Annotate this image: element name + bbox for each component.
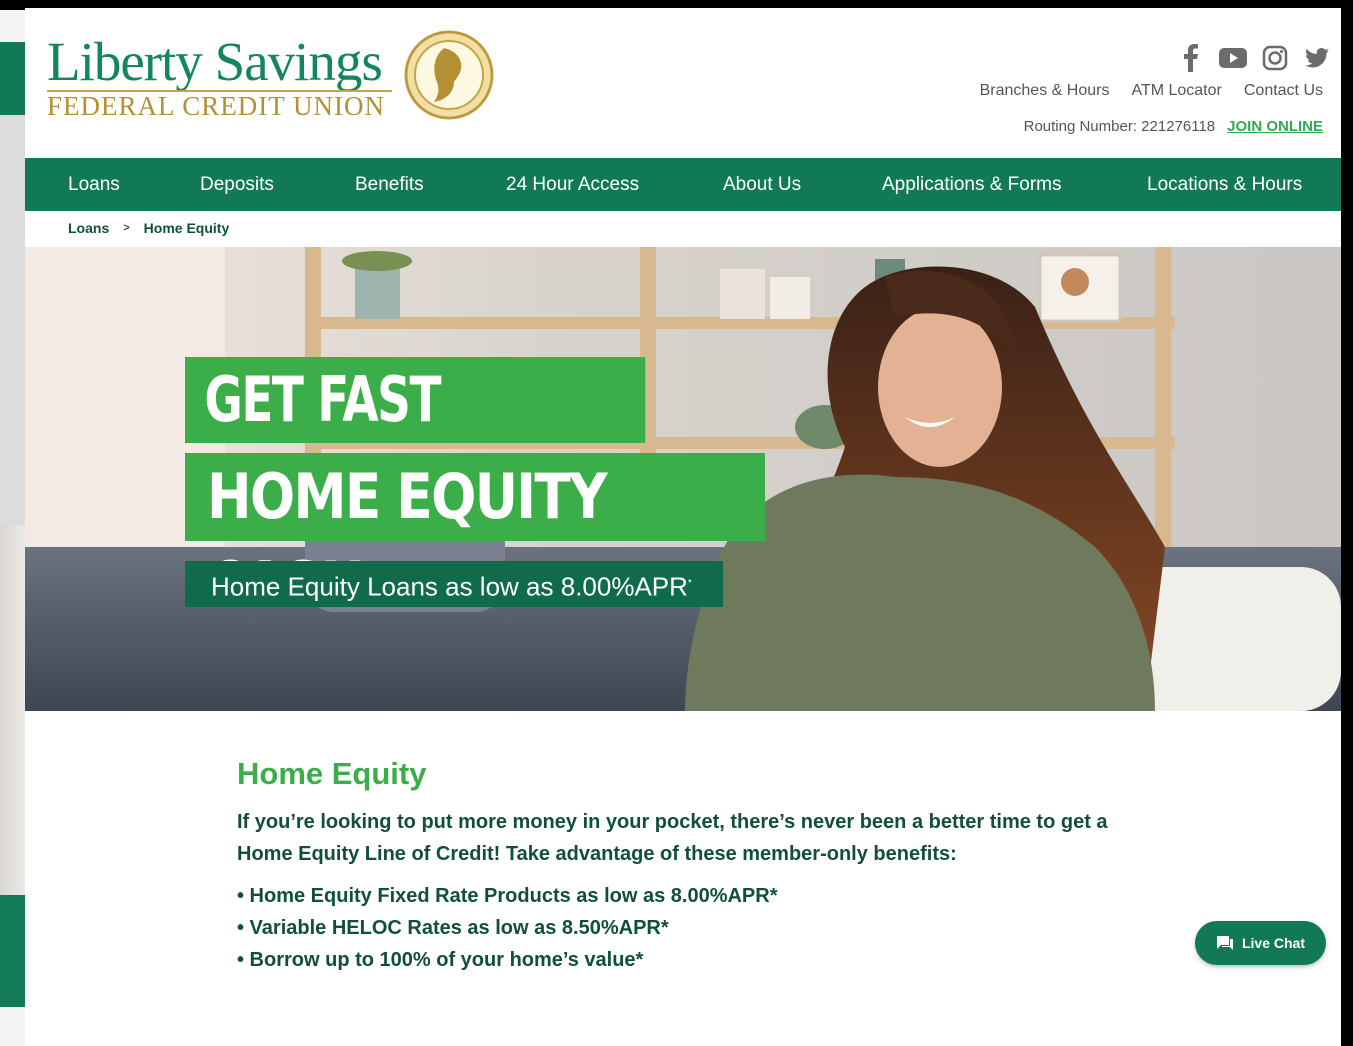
background-page-strip: [0, 10, 25, 1046]
main-content: Home Equity If you’re looking to put mor…: [237, 756, 1137, 976]
hero-rate-banner: Home Equity Loans as low as 8.00%APR*: [185, 561, 723, 607]
live-chat-button[interactable]: Live Chat: [1195, 921, 1326, 965]
hero-headline-2: HOME EQUITY CASH: [185, 453, 765, 621]
site-logo[interactable]: Liberty Savings FEDERAL CREDIT UNION: [47, 30, 497, 130]
logo-name: Liberty Savings: [47, 31, 383, 92]
chat-icon: [1216, 936, 1233, 950]
twitter-icon[interactable]: [1303, 44, 1331, 72]
web-page: Liberty Savings FEDERAL CREDIT UNION Bra…: [25, 8, 1341, 1046]
nav-deposits[interactable]: Deposits: [200, 158, 274, 211]
page-heading: Home Equity: [237, 756, 427, 791]
nav-24-hour-access[interactable]: 24 Hour Access: [506, 158, 639, 211]
routing-number: Routing Number: 221276118: [1023, 118, 1216, 135]
nav-applications-forms[interactable]: Applications & Forms: [882, 158, 1062, 211]
contact-us-link[interactable]: Contact Us: [1244, 82, 1323, 100]
liberty-seal-icon: [404, 30, 494, 120]
main-nav: Loans Deposits Benefits 24 Hour Access A…: [25, 158, 1341, 211]
intro-text: If you’re looking to put more money in y…: [237, 811, 1108, 865]
branches-hours-link[interactable]: Branches & Hours: [980, 82, 1110, 100]
list-item: • Home Equity Fixed Rate Products as low…: [237, 885, 778, 907]
nav-benefits[interactable]: Benefits: [355, 158, 424, 211]
benefits-list: • Home Equity Fixed Rate Products as low…: [237, 880, 1137, 976]
site-header: Liberty Savings FEDERAL CREDIT UNION Bra…: [25, 8, 1341, 157]
hero-rate-mark: *: [687, 578, 692, 589]
list-item: • Borrow up to 100% of your home’s value…: [237, 949, 644, 971]
live-chat-label: Live Chat: [1241, 935, 1305, 951]
nav-about-us[interactable]: About Us: [723, 158, 801, 211]
browser-viewport: Liberty Savings FEDERAL CREDIT UNION Bra…: [0, 0, 1353, 1046]
logo-subtitle: FEDERAL CREDIT UNION: [47, 91, 385, 121]
list-item: • Variable HELOC Rates as low as 8.50%AP…: [237, 917, 669, 939]
nav-locations-hours[interactable]: Locations & Hours: [1147, 158, 1302, 211]
breadcrumb-separator: >: [123, 222, 130, 234]
hero-headline-1: GET FAST ACCESS: [185, 357, 646, 522]
hero-rate-text: Home Equity Loans as low as 8.00%APR: [211, 571, 688, 602]
nav-loans[interactable]: Loans: [68, 158, 120, 211]
utility-links: Branches & Hours ATM Locator Contact Us: [980, 82, 1323, 100]
youtube-icon[interactable]: [1219, 44, 1247, 72]
facebook-icon[interactable]: [1177, 44, 1205, 72]
hero-banner: GET FAST ACCESS HOME EQUITY CASH Home Eq…: [25, 247, 1341, 711]
instagram-icon[interactable]: [1261, 44, 1289, 72]
atm-locator-link[interactable]: ATM Locator: [1131, 82, 1221, 100]
routing-bar: Routing Number: 221276118 JOIN ONLINE: [1024, 118, 1323, 135]
breadcrumb-current: Home Equity: [143, 220, 230, 236]
breadcrumb: Loans > Home Equity: [68, 220, 229, 236]
breadcrumb-loans[interactable]: Loans: [68, 220, 109, 236]
join-online-link[interactable]: JOIN ONLINE: [1227, 118, 1323, 135]
social-links: [1177, 44, 1331, 72]
